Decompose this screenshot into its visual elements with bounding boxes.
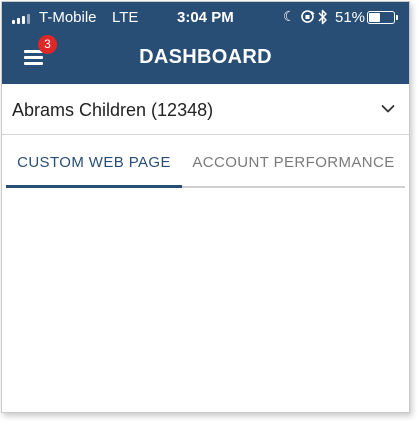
battery-percent: 51% bbox=[335, 9, 366, 26]
tab-bar: CUSTOM WEB PAGE ACCOUNT PERFORMANCE bbox=[6, 152, 405, 188]
clock: 3:04 PM bbox=[177, 9, 234, 26]
tab-custom-web-page[interactable]: CUSTOM WEB PAGE bbox=[6, 152, 182, 188]
status-bar: T-Mobile LTE 3:04 PM ☾ 51% bbox=[2, 2, 409, 32]
selected-account: Abrams Children (12348) bbox=[12, 100, 214, 120]
phone-screen: T-Mobile LTE 3:04 PM ☾ 51% 3 DASHBOARD A… bbox=[1, 1, 410, 413]
orientation-lock-icon bbox=[300, 8, 315, 27]
page-title: DASHBOARD bbox=[139, 46, 272, 68]
network-type: LTE bbox=[112, 9, 139, 26]
carrier-name: T-Mobile bbox=[39, 9, 97, 26]
bluetooth-icon bbox=[318, 8, 328, 28]
tab-account-performance[interactable]: ACCOUNT PERFORMANCE bbox=[182, 152, 405, 188]
battery-icon bbox=[367, 11, 398, 24]
moon-icon: ☾ bbox=[283, 8, 296, 24]
app-header: 3 DASHBOARD bbox=[2, 32, 409, 84]
account-selector-dropdown[interactable]: Abrams Children (12348) bbox=[2, 84, 409, 135]
tab-content-area bbox=[2, 190, 409, 412]
chevron-down-icon[interactable] bbox=[381, 101, 395, 113]
